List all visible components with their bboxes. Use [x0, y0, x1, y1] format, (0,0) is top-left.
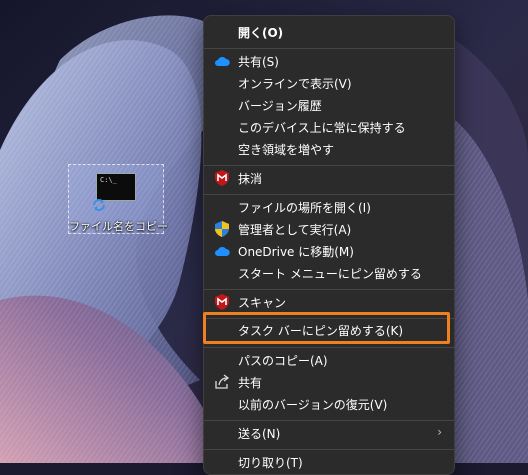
uac-shield-icon	[214, 221, 230, 237]
menu-item-share[interactable]: 共有(S)	[208, 50, 450, 72]
menu-item-restore-previous-versions[interactable]: 以前のバージョンの復元(V)	[208, 393, 450, 415]
menu-item-label: 共有(S)	[238, 54, 279, 69]
menu-item-label: OneDrive に移動(M)	[238, 244, 354, 259]
chevron-right-icon: ›	[437, 425, 442, 439]
menu-item-version-history[interactable]: バージョン履歴	[208, 94, 450, 116]
menu-item-label: バージョン履歴	[238, 98, 322, 113]
menu-item-scan[interactable]: スキャン	[208, 291, 450, 313]
menu-separator	[204, 420, 454, 421]
mcafee-shield-icon	[214, 170, 230, 186]
menu-item-share-legacy[interactable]: 共有	[208, 371, 450, 393]
menu-item-label: スキャン	[238, 295, 287, 310]
menu-item-shred[interactable]: 抹消	[208, 167, 450, 189]
menu-item-label: 切り取り(T)	[238, 455, 303, 470]
desktop-file-icon[interactable]: C:\_ ファイル名をコピー	[68, 164, 168, 234]
menu-item-free-up-space[interactable]: 空き領域を増やす	[208, 138, 450, 160]
menu-item-label: 送る(N)	[238, 426, 281, 441]
menu-item-label: 開く(O)	[238, 25, 284, 40]
menu-item-send-to[interactable]: 送る(N) ›	[208, 422, 450, 444]
menu-item-view-online[interactable]: オンラインで表示(V)	[208, 72, 450, 94]
menu-item-open[interactable]: 開く(O)	[208, 21, 450, 43]
highlight-box	[203, 312, 450, 344]
onedrive-cloud-icon	[214, 53, 230, 69]
menu-item-move-to-onedrive[interactable]: OneDrive に移動(M)	[208, 240, 450, 262]
sync-status-icon	[93, 199, 105, 211]
share-icon	[214, 374, 230, 390]
menu-item-label: 空き領域を増やす	[238, 142, 335, 157]
menu-item-pin-to-start[interactable]: スタート メニューにピン留めする	[208, 262, 450, 284]
menu-item-label: このデバイス上に常に保持する	[238, 120, 406, 135]
mcafee-shield-icon	[214, 294, 230, 310]
menu-separator	[204, 48, 454, 49]
menu-item-label: 管理者として実行(A)	[238, 222, 352, 237]
menu-item-run-as-admin[interactable]: 管理者として実行(A)	[208, 218, 450, 240]
menu-item-label: オンラインで表示(V)	[238, 76, 352, 91]
menu-item-always-keep[interactable]: このデバイス上に常に保持する	[208, 116, 450, 138]
menu-separator	[204, 347, 454, 348]
menu-item-copy-path[interactable]: パスのコピー(A)	[208, 349, 450, 371]
menu-separator	[204, 194, 454, 195]
menu-item-label: 抹消	[238, 171, 263, 186]
menu-item-label: パスのコピー(A)	[238, 353, 328, 368]
desktop-icon-label: ファイル名をコピー	[69, 220, 168, 233]
menu-separator	[204, 449, 454, 450]
menu-separator	[204, 165, 454, 166]
menu-item-open-file-location[interactable]: ファイルの場所を開く(I)	[208, 196, 450, 218]
menu-item-label: 以前のバージョンの復元(V)	[238, 397, 388, 412]
menu-item-label: スタート メニューにピン留めする	[238, 266, 422, 281]
menu-item-label: 共有	[238, 375, 263, 390]
menu-separator	[204, 289, 454, 290]
onedrive-cloud-icon	[214, 243, 230, 259]
context-menu: 開く(O) 共有(S) オンラインで表示(V) バージョン履歴 このデバイス上に…	[203, 15, 455, 475]
thumbnail-text: C:\_	[100, 176, 117, 184]
menu-item-cut[interactable]: 切り取り(T)	[208, 451, 450, 473]
menu-item-label: ファイルの場所を開く(I)	[238, 200, 371, 215]
